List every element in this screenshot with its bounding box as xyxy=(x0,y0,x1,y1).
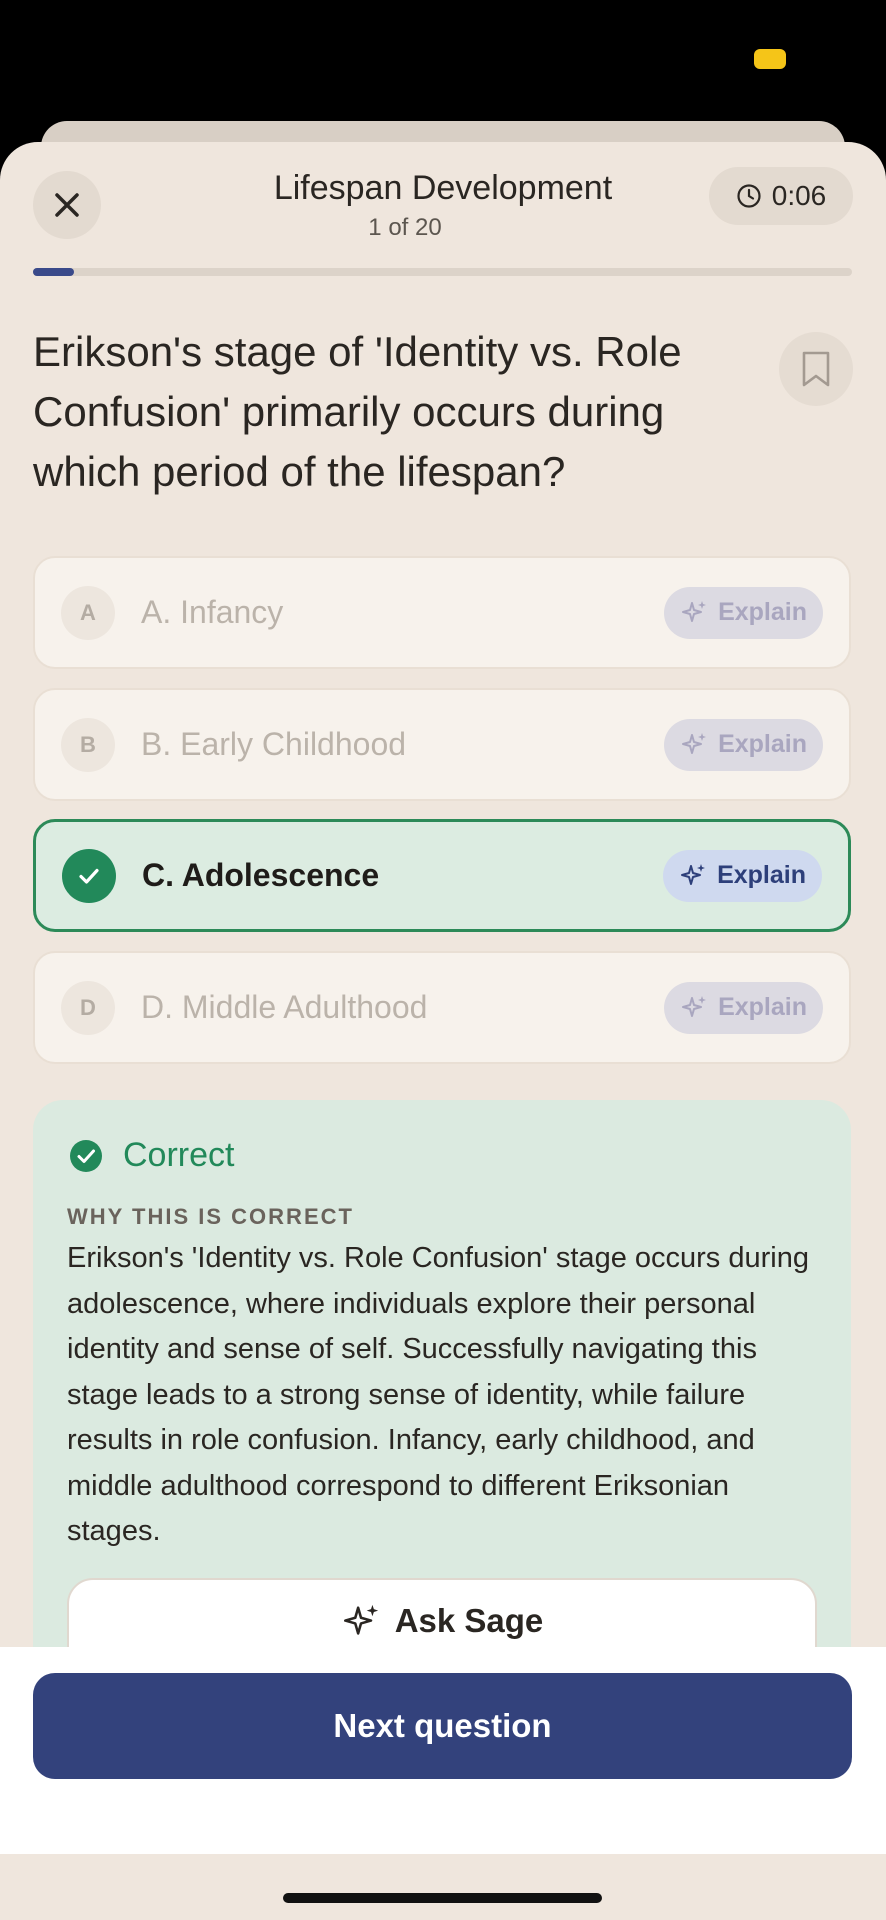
clock-icon xyxy=(737,184,761,208)
answer-option-c[interactable]: C. Adolescence Explain xyxy=(33,819,851,932)
explain-button[interactable]: Explain xyxy=(664,718,823,771)
explain-label: Explain xyxy=(718,598,807,626)
sparkle-icon xyxy=(682,600,707,622)
option-letter-badge: D xyxy=(61,980,115,1035)
option-check-badge xyxy=(62,848,116,903)
explain-label: Explain xyxy=(718,730,807,758)
bookmark-icon xyxy=(802,351,830,387)
option-label: C. Adolescence xyxy=(142,857,380,893)
sparkle-icon xyxy=(681,863,706,885)
next-question-button[interactable]: Next question xyxy=(33,1673,852,1779)
question-counter: 1 of 20 xyxy=(368,214,442,241)
bookmark-button[interactable] xyxy=(779,332,853,406)
check-circle-icon xyxy=(70,1139,102,1172)
check-icon xyxy=(79,868,99,884)
ask-sage-label: Ask Sage xyxy=(394,1602,544,1639)
explain-label: Explain xyxy=(717,861,806,889)
explain-label: Explain xyxy=(718,993,807,1021)
progress-fill xyxy=(33,268,74,276)
explain-button[interactable]: Explain xyxy=(664,981,823,1034)
answer-option-b[interactable]: B B. Early Childhood Explain xyxy=(33,688,851,801)
next-question-label: Next question xyxy=(333,1707,552,1744)
quiz-sheet: Lifespan Development 1 of 20 0:06 Erikso… xyxy=(0,142,886,1920)
sparkle-icon xyxy=(682,732,707,754)
home-indicator xyxy=(283,1893,602,1903)
question-text: Erikson's stage of 'Identity vs. Role Co… xyxy=(33,328,682,495)
explain-button[interactable]: Explain xyxy=(664,586,823,639)
progress-bar xyxy=(33,268,852,276)
timer-badge: 0:06 xyxy=(709,167,853,225)
option-letter-badge: A xyxy=(61,585,115,640)
answer-option-d[interactable]: D D. Middle Adulthood Explain xyxy=(33,951,851,1064)
option-letter-badge: B xyxy=(61,717,115,772)
sparkle-icon xyxy=(682,995,707,1017)
timer-value: 0:06 xyxy=(771,180,827,211)
option-label: D. Middle Adulthood xyxy=(141,989,428,1025)
feedback-caption: WHY THIS IS CORRECT xyxy=(67,1204,354,1229)
option-label: B. Early Childhood xyxy=(141,726,407,762)
option-label: A. Infancy xyxy=(141,594,284,630)
sparkle-icon xyxy=(343,1604,378,1635)
feedback-explanation: Erikson's 'Identity vs. Role Confusion' … xyxy=(67,1242,809,1547)
bottom-action-bar: Next question xyxy=(0,1647,886,1854)
explain-button[interactable]: Explain xyxy=(663,849,822,902)
answer-option-a[interactable]: A A. Infancy Explain xyxy=(33,556,851,669)
feedback-header: Correct xyxy=(69,1136,234,1175)
status-indicator-pill xyxy=(754,49,786,69)
feedback-title: Correct xyxy=(123,1136,235,1174)
